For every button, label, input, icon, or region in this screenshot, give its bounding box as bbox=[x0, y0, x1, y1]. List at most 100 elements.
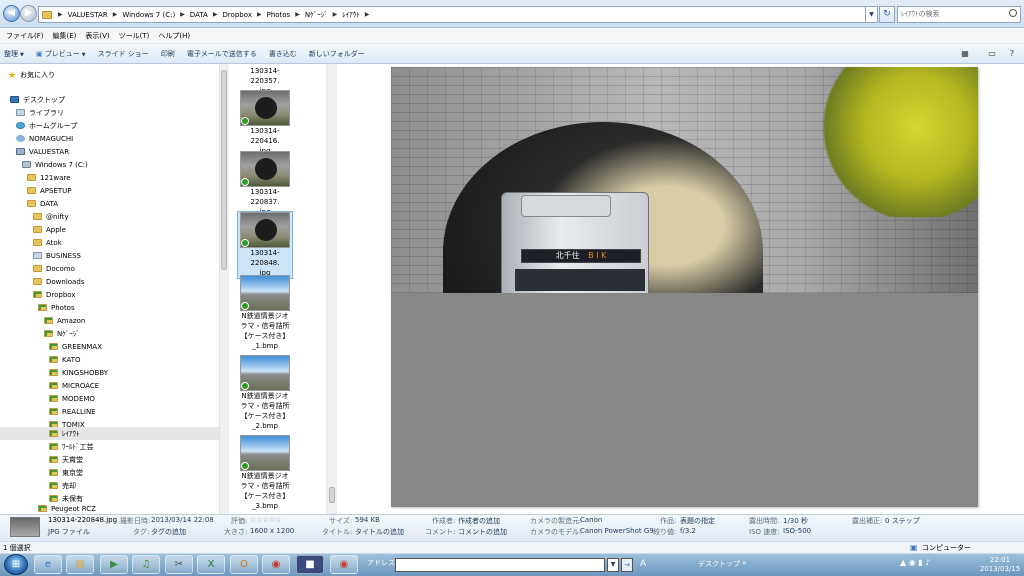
nav-user[interactable]: NOMAGUCHI bbox=[16, 132, 73, 145]
menu-view[interactable]: 表示(V) bbox=[85, 31, 109, 41]
taskbar-clock[interactable]: 22:01 2013/03/15 bbox=[978, 556, 1022, 574]
file-item-selected[interactable]: 130314-220848. jpg bbox=[237, 211, 293, 279]
details-work-value[interactable]: 表題の指定 bbox=[680, 516, 715, 526]
chevron-right-icon[interactable]: ▶ bbox=[180, 11, 185, 18]
app-window-icon[interactable]: ■ bbox=[296, 555, 324, 574]
nav-folder[interactable]: Photos bbox=[38, 301, 75, 314]
chevron-down-icon[interactable]: ▼ bbox=[607, 558, 619, 572]
excel-icon[interactable]: X bbox=[197, 555, 225, 574]
start-button[interactable]: ⊞ bbox=[4, 554, 28, 575]
nav-drive-c[interactable]: Windows 7 (C:) bbox=[22, 158, 88, 171]
chevron-right-icon[interactable]: ▶ bbox=[213, 11, 218, 18]
nav-folder-selected[interactable]: ﾚｲｱｳﾄ bbox=[0, 427, 219, 440]
nav-folder[interactable]: Downloads bbox=[33, 275, 84, 288]
tray-icons[interactable]: ▲ ◉ ▮ ♪ bbox=[900, 558, 930, 567]
back-button[interactable]: ◀ bbox=[3, 5, 20, 22]
taskbar-address-input[interactable] bbox=[395, 558, 605, 572]
breadcrumb-item[interactable]: Photos bbox=[267, 11, 291, 19]
file-item[interactable]: 130314-220837. jpg bbox=[237, 151, 293, 217]
nav-folder[interactable]: Nｹﾞｰｼﾞ bbox=[44, 327, 80, 340]
nav-folder[interactable]: 東京堂 bbox=[49, 466, 83, 479]
nav-favorites[interactable]: ★ お気に入り bbox=[8, 68, 55, 82]
nav-folder[interactable]: KINGSHOBBY bbox=[49, 366, 108, 379]
print-button[interactable]: 印刷 bbox=[161, 49, 175, 59]
refresh-button[interactable]: ↻ bbox=[879, 6, 895, 23]
menu-help[interactable]: ヘルプ(H) bbox=[158, 31, 190, 41]
nav-folder[interactable]: BUSINESS bbox=[33, 249, 81, 262]
new-folder-button[interactable]: 新しいフォルダー bbox=[309, 49, 365, 59]
explorer-icon[interactable]: ▤ bbox=[66, 555, 94, 574]
burn-button[interactable]: 書き込む bbox=[269, 49, 297, 59]
ime-icon[interactable]: A bbox=[640, 559, 646, 569]
chrome-icon[interactable]: ◉ bbox=[330, 555, 358, 574]
taskbar-desktop-toolbar[interactable]: デスクトップ bbox=[698, 559, 740, 569]
details-title-value[interactable]: タイトルの追加 bbox=[355, 527, 404, 537]
nav-homegroup[interactable]: ホームグループ bbox=[16, 119, 77, 132]
nav-folder[interactable]: KATO bbox=[49, 353, 81, 366]
breadcrumb-item[interactable]: Windows 7 (C:) bbox=[122, 11, 175, 19]
nav-folder[interactable]: DATA bbox=[27, 197, 58, 210]
forward-button[interactable]: ▶ bbox=[20, 5, 37, 22]
menu-file[interactable]: ファイル(F) bbox=[6, 31, 44, 41]
chevron-right-icon[interactable]: ▶ bbox=[295, 11, 300, 18]
media-player-icon[interactable]: ▶ bbox=[100, 555, 128, 574]
chevron-double-right-icon[interactable]: » bbox=[742, 559, 746, 567]
nav-folder[interactable]: Peugeot RCZ bbox=[38, 502, 96, 514]
file-list-scrollbar[interactable] bbox=[327, 64, 337, 514]
nav-folder[interactable]: REALLINE bbox=[49, 405, 96, 418]
nav-folder[interactable]: Docomo bbox=[33, 262, 75, 275]
chevron-right-icon[interactable]: ▶ bbox=[333, 11, 338, 18]
nav-folder[interactable]: Atok bbox=[33, 236, 62, 249]
nav-folder[interactable]: 天賞堂 bbox=[49, 453, 83, 466]
search-input[interactable]: ﾚｲｱｳﾄの検索 bbox=[897, 6, 1021, 23]
file-item[interactable]: N鉄道情景ジオ ラマ・信号詰所 【ケース付き】 _3.bmp bbox=[237, 435, 293, 511]
nav-folder[interactable]: MODEMO bbox=[49, 392, 95, 405]
nav-folder[interactable]: 売却 bbox=[49, 479, 76, 492]
nav-desktop[interactable]: デスクトップ bbox=[10, 93, 65, 106]
file-item[interactable]: N鉄道情景ジオ ラマ・信号詰所 【ケース付き】 _2.bmp bbox=[237, 355, 293, 431]
nav-folder[interactable]: Dropbox bbox=[33, 288, 76, 301]
nav-folder[interactable]: ﾜｰﾙﾄﾞ工芸 bbox=[49, 440, 94, 453]
breadcrumb-item[interactable]: ﾚｲｱｳﾄ bbox=[342, 10, 360, 20]
file-item[interactable]: N鉄道情景ジオ ラマ・信号詰所 【ケース付き】 _1.bmp bbox=[237, 275, 293, 351]
slideshow-button[interactable]: スライド ショー bbox=[98, 49, 149, 59]
breadcrumb-item[interactable]: Nｹﾞｰｼﾞ bbox=[305, 10, 328, 20]
search-icon[interactable] bbox=[1009, 9, 1017, 17]
details-comment-value[interactable]: コメントの追加 bbox=[458, 527, 507, 537]
help-icon[interactable]: ? bbox=[1005, 47, 1019, 60]
preview-pane-icon[interactable]: ▭ bbox=[985, 47, 999, 60]
email-button[interactable]: 電子メールで送信する bbox=[187, 49, 257, 59]
address-breadcrumb[interactable]: ▶ VALUESTAR ▶ Windows 7 (C:) ▶ DATA ▶ Dropb… bbox=[38, 6, 866, 23]
chevron-right-icon[interactable]: ▶ bbox=[113, 11, 118, 18]
view-options-icon[interactable]: ▦ bbox=[958, 47, 972, 60]
nav-libraries[interactable]: ライブラリ bbox=[16, 106, 64, 119]
details-author-value[interactable]: 作成者の追加 bbox=[458, 516, 500, 526]
breadcrumb-item[interactable]: DATA bbox=[190, 11, 208, 19]
chevron-right-icon[interactable]: ▶ bbox=[365, 11, 370, 18]
nav-folder[interactable]: 121ware bbox=[27, 171, 70, 184]
rating-stars-icon[interactable]: ☆☆☆☆☆ bbox=[250, 516, 281, 524]
chrome-icon[interactable]: ◉ bbox=[262, 555, 290, 574]
nav-folder[interactable]: MICROACE bbox=[49, 379, 99, 392]
ie-icon[interactable]: e bbox=[34, 555, 62, 574]
nav-folder[interactable]: Apple bbox=[33, 223, 66, 236]
breadcrumb-item[interactable]: Dropbox bbox=[222, 11, 252, 19]
details-tag-value[interactable]: タグの追加 bbox=[151, 527, 186, 537]
details-date-value[interactable]: 2013/03/14 22:08 bbox=[151, 516, 214, 524]
app-icon[interactable]: ✂ bbox=[165, 555, 193, 574]
file-list-scrollbar-thumb[interactable] bbox=[329, 487, 335, 503]
menu-edit[interactable]: 編集(E) bbox=[53, 31, 77, 41]
go-arrow-icon[interactable]: → bbox=[621, 558, 633, 572]
nav-scrollbar-thumb[interactable] bbox=[221, 70, 227, 270]
nav-computer[interactable]: VALUESTAR bbox=[16, 145, 69, 158]
chevron-right-icon[interactable]: ▶ bbox=[257, 11, 262, 18]
itunes-icon[interactable]: ♫ bbox=[132, 555, 160, 574]
nav-folder[interactable]: GREENMAX bbox=[49, 340, 102, 353]
breadcrumb-item[interactable]: VALUESTAR bbox=[68, 11, 108, 19]
organize-button[interactable]: 整理 ▼ bbox=[4, 49, 24, 59]
nav-folder[interactable]: Amazon bbox=[44, 314, 85, 327]
outlook-icon[interactable]: O bbox=[230, 555, 258, 574]
nav-folder[interactable]: @nifty bbox=[33, 210, 69, 223]
menu-tools[interactable]: ツール(T) bbox=[119, 31, 150, 41]
preview-button[interactable]: ▣ プレビュー ▼ bbox=[36, 49, 86, 59]
